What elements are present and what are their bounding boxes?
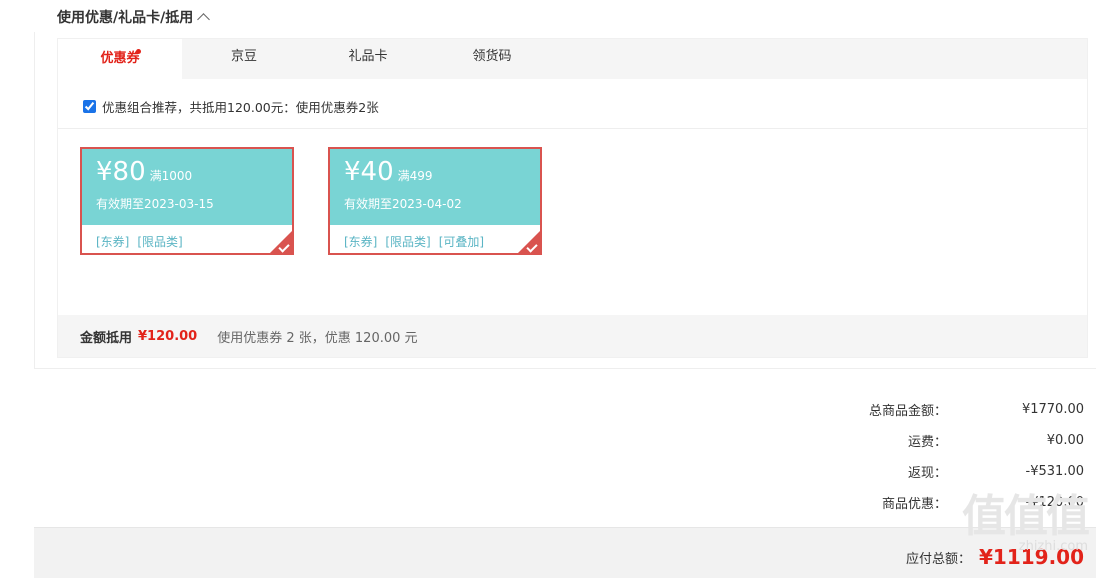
coupon-header: ¥80 满1000 有效期至2023-03-15 [82, 149, 292, 225]
tab-label: 京豆 [230, 49, 257, 64]
deduction-label: 金额抵用 [80, 330, 133, 346]
coupon-validity: 有效期至2023-03-15 [96, 197, 214, 211]
coupon-amount: ¥80 [96, 157, 146, 187]
payable-total: 应付总额： ¥1119.00 [906, 545, 1084, 569]
total-label: 返现： [907, 466, 947, 481]
chevron-up-icon[interactable] [197, 12, 211, 26]
total-row: 运费： ¥0.00 [747, 425, 1084, 456]
coupon-tag: [东券] [344, 235, 378, 249]
total-value: -¥120.00 [1025, 495, 1084, 510]
payable-value: ¥1119.00 [978, 545, 1084, 569]
total-row: 总商品金额： ¥1770.00 [747, 394, 1084, 425]
total-row: 返现： -¥531.00 [747, 456, 1084, 487]
recommend-combo-checkbox[interactable] [83, 100, 96, 113]
total-value: ¥1770.00 [1021, 402, 1084, 417]
tab-label: 优惠券 [100, 51, 140, 66]
section-title-text: 使用优惠/礼品卡/抵用 [57, 10, 194, 26]
coupon-amount-line: ¥40 满499 [344, 149, 540, 191]
divider [58, 128, 1087, 129]
total-row: 商品优惠： -¥120.00 [747, 487, 1084, 518]
coupon-tag: [东券] [96, 235, 130, 249]
coupon-condition: 满1000 [149, 169, 193, 183]
tab-label: 礼品卡 [348, 49, 388, 64]
total-label: 商品优惠： [881, 497, 947, 512]
coupon-amount-line: ¥80 满1000 [96, 149, 292, 191]
total-label: 运费： [907, 435, 947, 450]
coupon-tag: [可叠加] [438, 235, 485, 249]
tab-coupons[interactable]: 优惠券 [58, 39, 182, 81]
coupon-tags: [东券] [限品类] [可叠加] [330, 225, 540, 250]
coupon-amount: ¥40 [344, 157, 394, 187]
order-totals: 总商品金额： ¥1770.00 运费： ¥0.00 返现： -¥531.00 商… [747, 394, 1084, 518]
notification-dot-icon [136, 49, 141, 54]
coupon-card[interactable]: ¥40 满499 有效期至2023-04-02 [东券] [限品类] [可叠加] [328, 147, 542, 255]
coupon-tags: [东券] [限品类] [82, 225, 292, 250]
coupon-card[interactable]: ¥80 满1000 有效期至2023-03-15 [东券] [限品类] [80, 147, 294, 255]
recommend-combo-row[interactable]: 优惠组合推荐，共抵用120.00元：使用优惠券2张 [83, 97, 379, 116]
deduction-desc: 使用优惠券 2 张，优惠 120.00 元 [217, 330, 418, 346]
coupon-validity: 有效期至2023-04-02 [344, 197, 462, 211]
tab-label: 领货码 [472, 49, 512, 64]
tab-gift-card[interactable]: 礼品卡 [306, 39, 430, 79]
tab-jingdou[interactable]: 京豆 [182, 39, 306, 79]
coupon-header: ¥40 满499 有效期至2023-04-02 [330, 149, 540, 225]
coupon-condition: 满499 [397, 169, 433, 183]
total-value: ¥0.00 [1046, 433, 1084, 448]
section-title[interactable]: 使用优惠/礼品卡/抵用 [57, 7, 211, 27]
payable-label: 应付总额： [905, 551, 971, 567]
total-label: 总商品金额： [868, 404, 947, 419]
discount-panel: 优惠券 京豆 礼品卡 领货码 优惠组合推荐，共抵用120.00元：使用优惠券2张… [57, 38, 1088, 358]
recommend-combo-text: 优惠组合推荐，共抵用120.00元：使用优惠券2张 [102, 100, 379, 115]
deduction-amount: ¥120.00 [138, 328, 198, 344]
deduction-summary: 金额抵用 ¥120.00 使用优惠券 2 张，优惠 120.00 元 [58, 315, 1087, 357]
total-value: -¥531.00 [1025, 464, 1084, 479]
coupon-tag: [限品类] [137, 235, 183, 249]
tab-pickup-code[interactable]: 领货码 [430, 39, 554, 79]
coupon-tag: [限品类] [385, 235, 431, 249]
tab-bar: 优惠券 京豆 礼品卡 领货码 [58, 39, 1087, 81]
